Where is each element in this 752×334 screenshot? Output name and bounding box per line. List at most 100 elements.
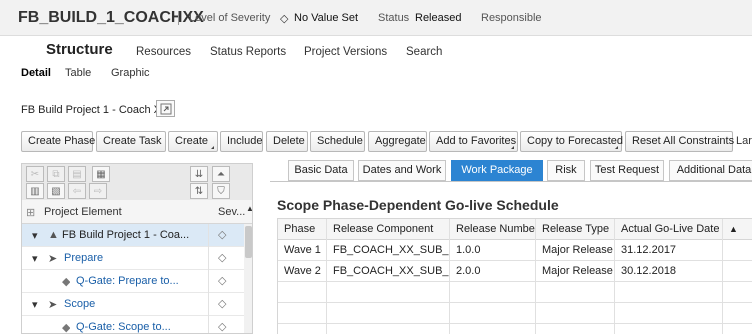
cell-phase: Wave 1	[278, 240, 327, 261]
table-row-empty[interactable]	[278, 282, 752, 303]
tab-underline	[270, 181, 752, 182]
paste-icon[interactable]: ▤	[68, 166, 86, 182]
view-table[interactable]: Table	[65, 67, 91, 79]
qgate-icon: ◆	[62, 276, 71, 288]
severity-label: Level of Severity	[189, 12, 271, 24]
dropdown-arrow-icon	[615, 146, 618, 149]
col-release-component[interactable]: Release Component	[327, 219, 450, 241]
cell-empty	[615, 303, 723, 324]
schedule-button[interactable]: Schedule	[310, 131, 365, 152]
tree-toolbar: ✂ ⧉ ▤ ▦ ⇊ ⏶ ▥ ▧ ⇦ ⇨ ⇅ ⛉	[21, 163, 253, 201]
cell-empty	[327, 324, 450, 334]
section-title: Scope Phase-Dependent Go-live Schedule	[277, 197, 559, 213]
collapse-icon[interactable]: ▾	[32, 229, 38, 242]
delete-button[interactable]: Delete	[266, 131, 308, 152]
copy-icon[interactable]: ⧉	[47, 166, 65, 182]
cell-empty	[536, 324, 615, 334]
nav-status-reports[interactable]: Status Reports	[210, 46, 286, 58]
phase-icon: ➤	[48, 299, 58, 311]
tree-settings-icon[interactable]: ⊞	[26, 206, 35, 219]
tab-additional-data[interactable]: Additional Data	[669, 160, 752, 181]
create-menu-button[interactable]: Create	[168, 131, 218, 152]
col-project-element[interactable]: Project Element	[44, 206, 122, 218]
copy-to-forecasted-button[interactable]: Copy to Forecasted	[520, 131, 623, 152]
add-to-favorites-label: Add to Favorites	[436, 135, 517, 147]
table-row[interactable]: Wave 1 FB_COACH_XX_SUB_1 1.0.0 Major Rel…	[278, 240, 752, 261]
col-phase[interactable]: Phase	[278, 219, 327, 241]
tab-risk[interactable]: Risk	[547, 160, 585, 181]
create-task-button[interactable]: Create Task	[96, 131, 166, 152]
tree-scrollbar[interactable]	[244, 224, 252, 333]
aggregate-button[interactable]: Aggregate	[368, 131, 427, 152]
cell-empty	[278, 303, 327, 324]
nav-project-versions[interactable]: Project Versions	[304, 46, 387, 58]
status-value: Released	[415, 12, 462, 24]
severity-diamond-icon: ◇	[218, 252, 227, 264]
header-divider	[178, 11, 179, 25]
go-live-schedule-table: Phase Release Component Release Number R…	[277, 218, 752, 334]
dropdown-arrow-icon	[511, 146, 514, 149]
details-icon[interactable]: ▦	[92, 166, 110, 182]
tab-dates-and-work[interactable]: Dates and Work	[358, 160, 446, 181]
tab-work-package[interactable]: Work Package	[451, 160, 543, 181]
tree-row[interactable]: ▾ ➤ Prepare ◇	[22, 247, 244, 270]
table-row-empty[interactable]	[278, 324, 752, 334]
table-row[interactable]: Wave 2 FB_COACH_XX_SUB_1 2.0.0 Major Rel…	[278, 261, 752, 282]
col-actual-go-live-date[interactable]: Actual Go-Live Date	[615, 219, 723, 241]
collapse-all-icon[interactable]: ⇊	[190, 166, 208, 182]
action-toolbar: Create Phase Create Task Create Include …	[0, 131, 752, 153]
truncated-toolbar-item[interactable]: Lar	[736, 135, 752, 147]
dropdown-arrow-icon	[211, 146, 214, 149]
nav-structure[interactable]: Structure	[46, 41, 113, 58]
cell-empty	[450, 303, 536, 324]
move-left-icon[interactable]: ⇦	[68, 183, 86, 199]
indent-icon[interactable]: ▧	[47, 183, 65, 199]
tab-test-request[interactable]: Test Request	[590, 160, 664, 181]
col-release-type[interactable]: Release Type	[536, 219, 615, 241]
tree-row[interactable]: ▾ ➤ Scope ◇	[22, 293, 244, 316]
tab-basic-data[interactable]: Basic Data	[288, 160, 354, 181]
tree-row[interactable]: ◆ Q-Gate: Prepare to... ◇	[22, 270, 244, 293]
cut-icon[interactable]: ✂	[26, 166, 44, 182]
severity-value: No Value Set	[294, 12, 359, 24]
add-to-favorites-button[interactable]: Add to Favorites	[429, 131, 518, 152]
cell-empty	[450, 282, 536, 303]
tree-row[interactable]: ▾ ▲ FB Build Project 1 - Coa... ◇	[22, 224, 244, 247]
collapse-icon[interactable]: ▾	[32, 252, 38, 265]
cell-empty	[278, 324, 327, 334]
reset-all-constraints-button[interactable]: Reset All Constraints	[625, 131, 734, 152]
view-graphic[interactable]: Graphic	[111, 67, 150, 79]
cell-phase: Wave 2	[278, 261, 327, 282]
scrollbar-thumb[interactable]	[245, 226, 252, 258]
expand-all-icon[interactable]: ⏶	[212, 166, 230, 182]
filter-icon[interactable]: ⛉	[212, 183, 230, 199]
collapse-icon[interactable]: ▾	[32, 298, 38, 311]
phase-icon: ➤	[48, 253, 58, 265]
cell-empty	[327, 282, 450, 303]
scroll-up-icon[interactable]: ▲	[723, 219, 743, 241]
include-button[interactable]: Include	[220, 131, 263, 152]
table-row-empty[interactable]	[278, 303, 752, 324]
column-divider	[208, 316, 209, 333]
expand-icon[interactable]	[156, 100, 175, 117]
column-divider	[208, 224, 209, 247]
severity-diamond-icon: ◇	[218, 298, 227, 310]
tree-row-label: Prepare	[64, 252, 104, 264]
tree-row[interactable]: ◆ Q-Gate: Scope to... ◇	[22, 316, 244, 333]
sort-icon[interactable]: ⇅	[190, 183, 208, 199]
scroll-up-icon[interactable]: ▲	[246, 204, 252, 213]
create-phase-button[interactable]: Create Phase	[21, 131, 95, 152]
move-right-icon[interactable]: ⇨	[89, 183, 107, 199]
page-title: FB_BUILD_1_COACHXX	[18, 9, 204, 26]
view-detail[interactable]: Detail	[21, 67, 51, 79]
nav-resources[interactable]: Resources	[136, 46, 191, 58]
project-icon: ▲	[48, 229, 59, 241]
cell-go-live-date: 31.12.2017	[615, 240, 723, 261]
column-divider	[208, 270, 209, 293]
col-severity[interactable]: Sev...	[218, 206, 245, 218]
nav-search[interactable]: Search	[406, 46, 442, 58]
severity-diamond-icon: ◇	[218, 275, 227, 287]
col-release-number[interactable]: Release Number	[450, 219, 536, 241]
outdent-icon[interactable]: ▥	[26, 183, 44, 199]
top-navigation: Structure Resources Status Reports Proje…	[0, 37, 752, 65]
